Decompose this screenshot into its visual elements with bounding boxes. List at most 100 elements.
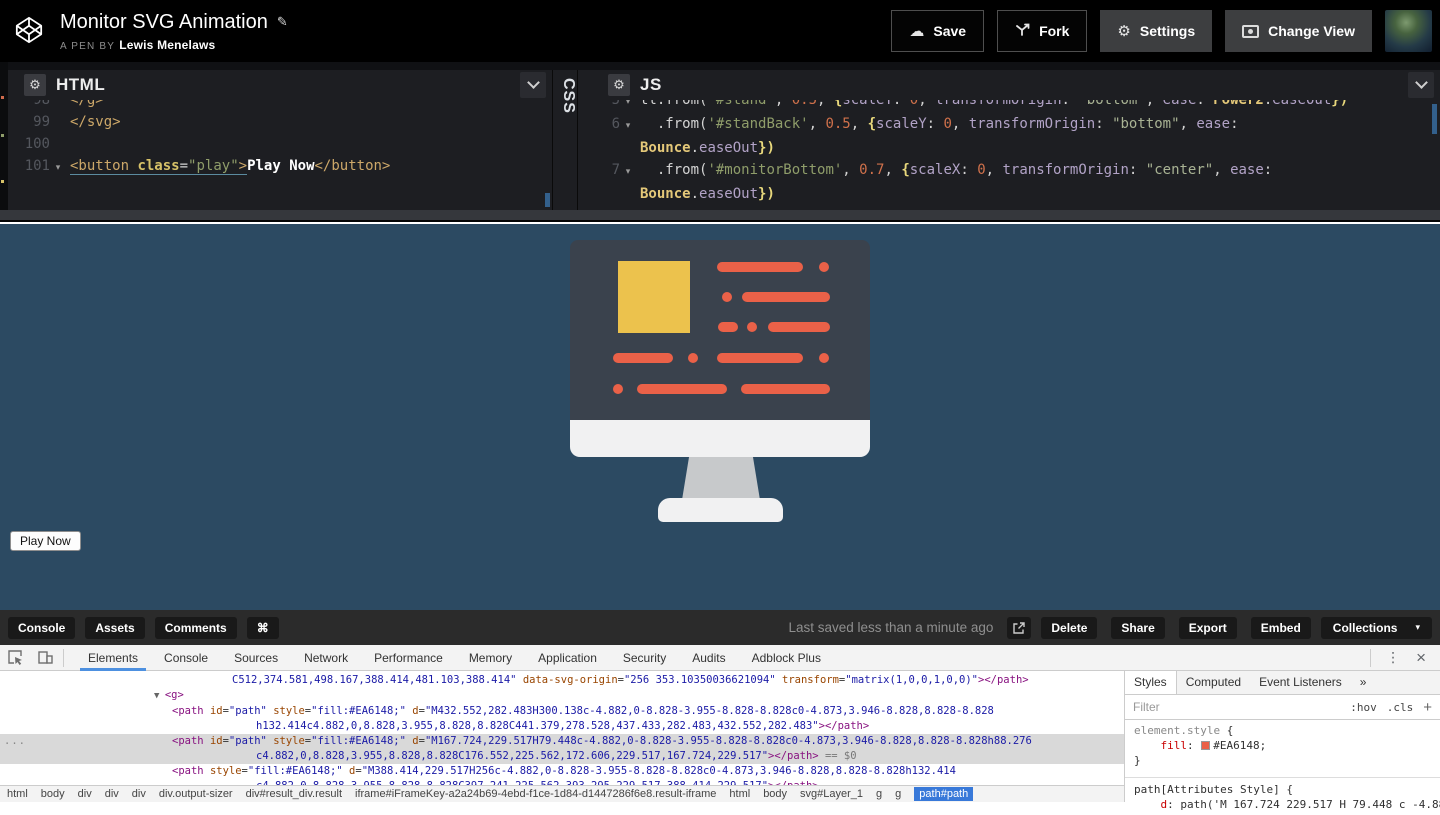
css-collapsed-pane[interactable]: CSS	[552, 70, 578, 210]
cls-toggle[interactable]: .cls	[1387, 701, 1414, 714]
breadcrumb-item-9[interactable]: body	[763, 788, 787, 800]
code-line: 5▾tl.from('#stand', 0.5, {scaleY: 0, tra…	[578, 100, 1440, 113]
breadcrumb-item-13[interactable]: path#path	[914, 787, 973, 801]
code-line-selected[interactable]: c4.882,0,8.828,3.955,8.828,8.828C176.552…	[0, 749, 1124, 764]
code-line[interactable]: <path style="fill:#EA6148;" d="M388.414,…	[0, 764, 1124, 779]
html-collapse-button[interactable]	[520, 72, 546, 98]
footer-button-1[interactable]: Share	[1111, 617, 1164, 639]
fork-button[interactable]: Fork	[997, 10, 1087, 52]
devtools-tab-4[interactable]: Performance	[361, 645, 456, 671]
breadcrumb-item-8[interactable]: html	[729, 788, 750, 800]
code-line-selected[interactable]: ...<path id="path" style="fill:#EA6148;"…	[0, 734, 1124, 749]
devtools-close-icon[interactable]: ×	[1412, 648, 1430, 668]
js-settings-gear-icon[interactable]: ⚙	[608, 74, 630, 96]
code-line: 99</svg>	[8, 111, 552, 133]
breadcrumb-item-1[interactable]: body	[41, 788, 65, 800]
open-in-new-window-button[interactable]	[1007, 617, 1031, 639]
html-scrollbar-thumb[interactable]	[545, 193, 550, 207]
inspect-element-icon[interactable]	[7, 650, 23, 666]
html-settings-gear-icon[interactable]: ⚙	[24, 74, 46, 96]
footer-button-0[interactable]: Console	[8, 617, 75, 639]
breadcrumb-item-5[interactable]: div.output-sizer	[159, 788, 233, 800]
settings-button[interactable]: ⚙ Settings	[1100, 10, 1212, 52]
code-line[interactable]: <path id="path" style="fill:#EA6148;" d=…	[0, 704, 1124, 719]
breadcrumb-item-2[interactable]: div	[78, 788, 92, 800]
breadcrumb-item-3[interactable]: div	[105, 788, 119, 800]
editor-preview-resizer[interactable]	[0, 210, 1440, 222]
footer-button-1[interactable]: Assets	[85, 617, 144, 639]
devtools-menu-icon[interactable]: ⋮	[1380, 650, 1406, 666]
devtools-tab-8[interactable]: Audits	[679, 645, 738, 671]
code-line: 101▾<button class="play">Play Now</butto…	[8, 155, 552, 179]
devtools-tabs: ElementsConsoleSourcesNetworkPerformance…	[75, 645, 834, 671]
devtools-tab-5[interactable]: Memory	[456, 645, 525, 671]
code-line: fill: #EA6148;	[1130, 738, 1435, 753]
yellow-square	[618, 261, 690, 333]
styles-filter-input[interactable]: Filter	[1133, 700, 1160, 714]
breadcrumb-item-12[interactable]: g	[895, 788, 901, 800]
pencil-icon[interactable]: ✎	[277, 15, 288, 30]
byline: A PEN BYLewis Menelaws	[60, 38, 288, 52]
device-toolbar-icon[interactable]	[37, 650, 53, 666]
code-line[interactable]: h132.414c4.882,0,8.828,3.955,8.828,8.828…	[0, 719, 1124, 734]
save-button[interactable]: ☁ Save	[891, 10, 984, 52]
devtools-tab-1[interactable]: Console	[151, 645, 221, 671]
author-link[interactable]: Lewis Menelaws	[119, 38, 215, 52]
html-code-area[interactable]: 98</g>99</svg>100101▾<button class="play…	[8, 100, 552, 210]
footer-button-0[interactable]: Delete	[1041, 617, 1097, 639]
js-code-area[interactable]: 5▾tl.from('#stand', 0.5, {scaleY: 0, tra…	[578, 100, 1440, 210]
page-title: Monitor SVG Animation	[60, 11, 268, 34]
code-line: element.style {	[1130, 723, 1435, 738]
styles-tab-0[interactable]: Styles	[1125, 671, 1177, 694]
breadcrumb-item-7[interactable]: iframe#iFrameKey-a2a24b69-4ebd-f1ce-1d84…	[355, 788, 716, 800]
js-scrollbar-thumb[interactable]	[1432, 104, 1437, 134]
collections-button[interactable]: Collections ▾	[1321, 617, 1432, 639]
styles-tab-1[interactable]: Computed	[1177, 671, 1250, 694]
elements-tree[interactable]: C512,374.581,498.167,388.414,481.103,388…	[0, 671, 1124, 785]
styles-tab-3[interactable]: »	[1351, 671, 1376, 694]
code-line[interactable]: ▼ <g>	[0, 688, 1124, 704]
row-ellipsis-marker[interactable]: ...	[4, 734, 26, 749]
devtools-tab-9[interactable]: Adblock Plus	[739, 645, 834, 671]
devtools-tab-0[interactable]: Elements	[75, 645, 151, 671]
footer-button-2[interactable]: Comments	[155, 617, 237, 639]
chevron-down-icon	[527, 76, 540, 89]
editors-section: ⚙ HTML 98</g>99</svg>100101▾<button clas…	[0, 62, 1440, 210]
breadcrumb-item-6[interactable]: div#result_div.result	[246, 788, 342, 800]
code-line[interactable]: C512,374.581,498.167,388.414,481.103,388…	[0, 673, 1124, 688]
breadcrumb-item-10[interactable]: svg#Layer_1	[800, 788, 863, 800]
monitor-base	[658, 498, 783, 522]
devtools-tab-6[interactable]: Application	[525, 645, 610, 671]
new-style-rule-button[interactable]: +	[1423, 699, 1432, 716]
result-preview: Play Now	[0, 224, 1440, 610]
breadcrumb-item-4[interactable]: div	[132, 788, 146, 800]
styles-sidebar-tabs: StylesComputedEvent Listeners»	[1125, 671, 1440, 695]
codepen-logo[interactable]	[14, 11, 46, 49]
js-pane-title: JS	[640, 75, 662, 95]
footer-button-2[interactable]: Export	[1179, 617, 1237, 639]
breadcrumb-item-11[interactable]: g	[876, 788, 882, 800]
styles-sidebar: StylesComputedEvent Listeners» Filter :h…	[1124, 671, 1440, 802]
devtools-tab-3[interactable]: Network	[291, 645, 361, 671]
js-collapse-button[interactable]	[1408, 72, 1434, 98]
monitor-stand	[682, 457, 760, 500]
devtools-tab-2[interactable]: Sources	[221, 645, 291, 671]
monitor-screen	[570, 240, 870, 420]
play-now-button[interactable]: Play Now	[10, 531, 81, 551]
devtools-toolbar: ElementsConsoleSourcesNetworkPerformance…	[0, 645, 1440, 671]
monitor-illustration	[570, 240, 870, 530]
change-view-button[interactable]: Change View	[1225, 10, 1372, 52]
code-line: 6▾ .from('#standBack', 0.5, {scaleY: 0, …	[578, 113, 1440, 137]
code-line: d: path('M 167.724 229.517 H 79.448 c -4…	[1130, 797, 1435, 812]
code-line: path[Attributes Style] {	[1130, 782, 1435, 797]
avatar[interactable]	[1385, 10, 1432, 52]
styles-tab-2[interactable]: Event Listeners	[1250, 671, 1351, 694]
hov-toggle[interactable]: :hov	[1350, 701, 1377, 714]
monitor-bottom	[570, 420, 870, 457]
footer-button-3[interactable]: Embed	[1251, 617, 1311, 639]
footer-button-3[interactable]: ⌘	[247, 617, 279, 639]
breadcrumb-item-0[interactable]: html	[7, 788, 28, 800]
style-rules[interactable]: element.style { fill: #EA6148;} path[Attr…	[1125, 720, 1440, 815]
code-line: }	[1130, 753, 1435, 768]
devtools-tab-7[interactable]: Security	[610, 645, 679, 671]
